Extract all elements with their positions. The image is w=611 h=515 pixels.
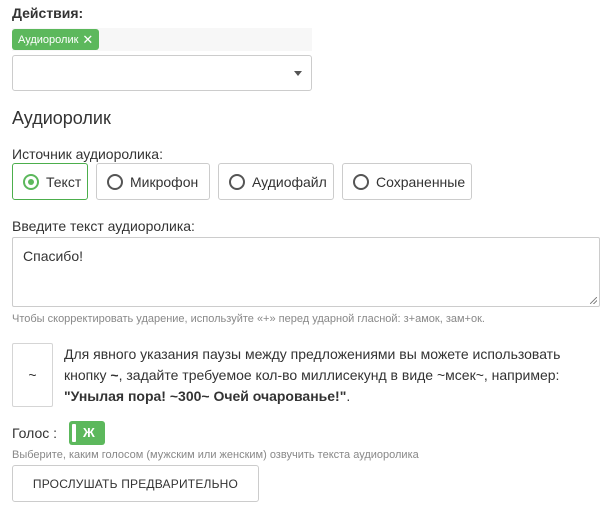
insert-pause-button[interactable]: ~ (12, 343, 53, 407)
radio-unchecked-icon (107, 173, 123, 190)
source-option-label: Аудиофайл (252, 173, 327, 190)
stress-hint: Чтобы скорректировать ударение, использу… (12, 313, 485, 325)
toggle-knob (72, 424, 76, 442)
radio-unchecked-icon (353, 173, 369, 190)
section-title: Аудиоролик (12, 108, 111, 128)
voice-hint: Выберите, каким голосом (мужским или жен… (12, 449, 419, 461)
source-option-microphone[interactable]: Микрофон (96, 163, 210, 200)
pause-text-part-2: , задайте требуемое кол-во миллисекунд в… (118, 367, 560, 383)
close-icon[interactable]: ✕ (82, 33, 93, 46)
radio-unchecked-icon (229, 173, 245, 190)
actions-label: Действия: (12, 5, 84, 21)
source-option-audiofile[interactable]: Аудиофайл (218, 163, 334, 200)
pause-tilde: ~ (110, 367, 119, 383)
preview-button[interactable]: ПРОСЛУШАТЬ ПРЕДВАРИТЕЛЬНО (12, 465, 259, 502)
audio-text-value: Спасибо! (23, 248, 83, 264)
voice-toggle-value: Ж (83, 425, 95, 440)
action-tag-label: Аудиоролик (18, 33, 79, 46)
caret-down-icon (294, 71, 302, 76)
source-option-label: Сохраненные (376, 173, 466, 190)
pause-example: "Унылая пора! ~300~ Очей очарованье!" (64, 388, 347, 404)
text-input-label: Введите текст аудиоролика: (12, 218, 195, 234)
pause-example-suffix: . (346, 388, 351, 404)
resize-handle-icon[interactable] (590, 297, 597, 304)
tag-container: Аудиоролик ✕ (12, 28, 312, 51)
radio-checked-icon (23, 173, 39, 190)
actions-select[interactable] (12, 55, 312, 91)
voice-toggle[interactable]: Ж (69, 421, 105, 445)
action-tag: Аудиоролик ✕ (12, 29, 100, 50)
voice-label: Голос : (12, 425, 58, 441)
pause-instructions: Для явного указания паузы между предложе… (64, 344, 604, 407)
audio-text-area[interactable]: Спасибо! (12, 237, 600, 307)
source-option-saved[interactable]: Сохраненные (342, 163, 472, 200)
source-option-label: Текст (46, 173, 82, 190)
source-label: Источник аудиоролика: (12, 146, 163, 162)
source-option-text[interactable]: Текст (12, 163, 88, 200)
source-option-label: Микрофон (130, 173, 199, 190)
